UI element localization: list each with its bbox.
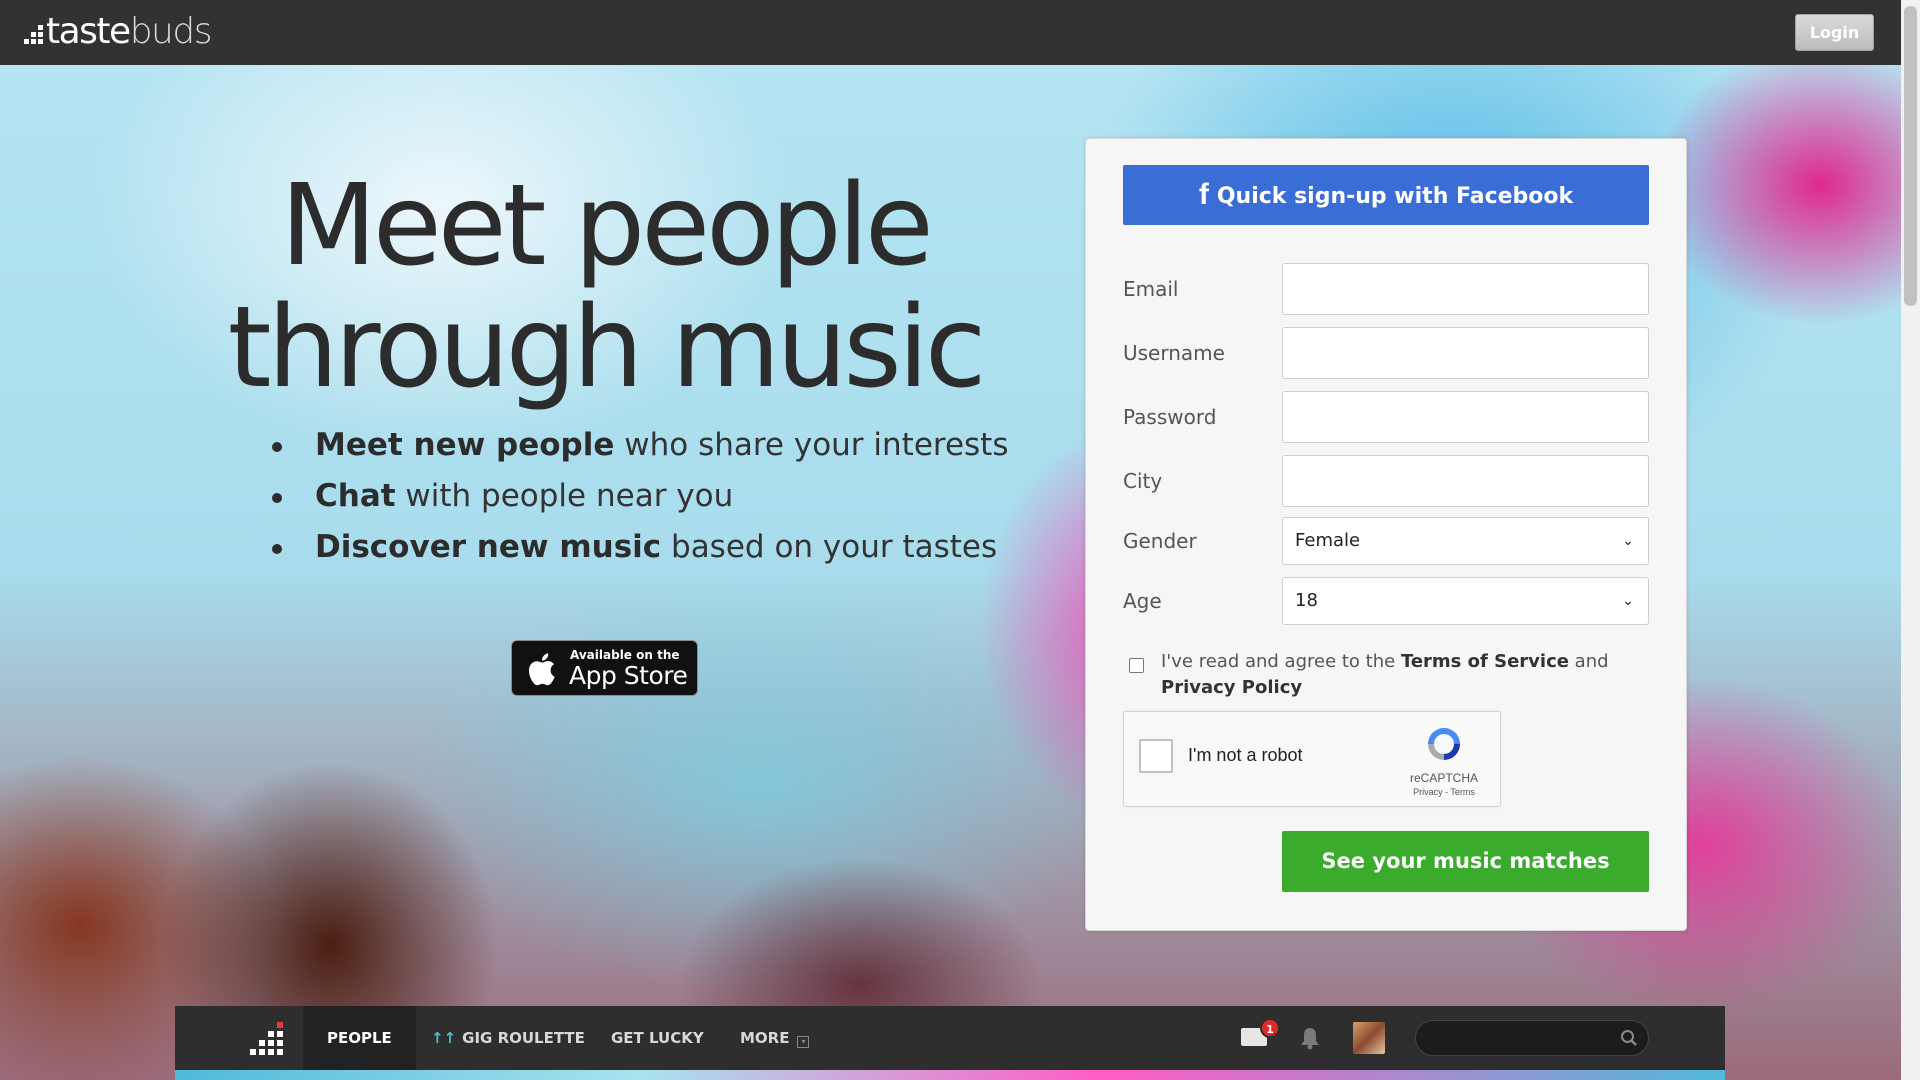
password-field[interactable] <box>1282 391 1649 443</box>
gig-roulette-icon: ↑↑ <box>431 1029 457 1047</box>
tab-more[interactable]: MORE ▾ <box>740 1006 810 1070</box>
avatar[interactable] <box>1353 1022 1385 1054</box>
feature-list: Meet new people who share your interests… <box>270 420 1009 573</box>
navbar-search-input[interactable] <box>1415 1020 1649 1056</box>
gender-label: Gender <box>1123 529 1197 553</box>
email-field[interactable] <box>1282 263 1649 315</box>
age-label: Age <box>1123 589 1162 613</box>
recaptcha-links[interactable]: Privacy - Terms <box>1404 787 1484 797</box>
chevron-down-icon: ⌄ <box>1622 593 1634 609</box>
email-row: Email <box>1123 263 1649 315</box>
username-field[interactable] <box>1282 327 1649 379</box>
terms-and: and <box>1568 651 1609 672</box>
tab-get-lucky[interactable]: GET LUCKY <box>611 1006 704 1070</box>
hero-headline: Meet people through music <box>200 165 1010 409</box>
tab-gig-roulette-label: GIG ROULETTE <box>462 1029 585 1047</box>
dropdown-icon: ▾ <box>797 1036 810 1048</box>
city-label: City <box>1123 469 1163 493</box>
recaptcha-logo-icon <box>1428 728 1460 760</box>
headline-line-1: Meet people <box>280 161 934 291</box>
tab-gig-roulette[interactable]: ↑↑ GIG ROULETTE <box>431 1006 585 1070</box>
scrollbar-thumb[interactable] <box>1904 6 1917 306</box>
top-bar: tastebuds Login <box>0 0 1901 65</box>
page-scrollbar[interactable] <box>1901 0 1920 1080</box>
apple-icon <box>528 653 555 686</box>
app-store-small-text: Available on the <box>570 648 680 662</box>
feature-item: Discover new music based on your tastes <box>270 522 1009 573</box>
privacy-policy-link[interactable]: Privacy Policy <box>1161 677 1302 698</box>
login-button[interactable]: Login <box>1795 14 1874 51</box>
feature-item: Chat with people near you <box>270 471 1009 522</box>
recaptcha-widget: I'm not a robot reCAPTCHA Privacy - Term… <box>1123 711 1501 807</box>
bell-icon[interactable] <box>1299 1026 1321 1050</box>
city-row: City <box>1123 455 1649 507</box>
email-label: Email <box>1123 277 1179 301</box>
gender-selected-value: Female <box>1295 530 1361 551</box>
password-row: Password <box>1123 391 1649 443</box>
tastebuds-logo[interactable]: tastebuds <box>24 11 212 52</box>
app-store-big-text: App Store <box>569 661 688 690</box>
signup-panel: f Quick sign-up with Facebook Email Usern… <box>1085 138 1687 931</box>
recaptcha-checkbox[interactable] <box>1139 739 1173 773</box>
terms-agreement: I've read and agree to the Terms of Serv… <box>1123 649 1649 701</box>
username-row: Username <box>1123 327 1649 379</box>
logo-dots-icon <box>24 25 43 44</box>
recaptcha-label: I'm not a robot <box>1188 745 1303 765</box>
messages-badge: 1 <box>1260 1018 1280 1038</box>
gender-select[interactable]: Female ⌄ <box>1282 517 1649 565</box>
terms-of-service-link[interactable]: Terms of Service <box>1401 651 1569 672</box>
app-preview-strip <box>175 1070 1725 1080</box>
username-label: Username <box>1123 341 1225 365</box>
age-row: Age 18 ⌄ <box>1123 577 1649 629</box>
recaptcha-brand: reCAPTCHA <box>1409 771 1478 785</box>
app-preview-navbar: PEOPLE ↑↑ GIG ROULETTE GET LUCKY MORE ▾ 1 <box>175 1006 1725 1070</box>
facebook-signup-button[interactable]: f Quick sign-up with Facebook <box>1123 165 1649 225</box>
search-icon[interactable] <box>1620 1029 1638 1047</box>
password-label: Password <box>1123 405 1217 429</box>
app-store-badge[interactable]: Available on the App Store <box>511 640 698 696</box>
gender-row: Gender Female ⌄ <box>1123 517 1649 569</box>
navbar-logo-icon[interactable] <box>250 1022 283 1055</box>
tab-more-label: MORE <box>740 1029 790 1047</box>
facebook-icon: f <box>1198 178 1209 211</box>
terms-checkbox[interactable] <box>1129 658 1144 673</box>
age-select[interactable]: 18 ⌄ <box>1282 577 1649 625</box>
see-music-matches-button[interactable]: See your music matches <box>1282 831 1649 892</box>
logo-text: tastebuds <box>46 11 212 52</box>
feature-item: Meet new people who share your interests <box>270 420 1009 471</box>
tab-people[interactable]: PEOPLE <box>303 1006 416 1070</box>
hero-section: Meet people through music Meet new peopl… <box>0 65 1901 1080</box>
headline-line-2: through music <box>227 283 987 413</box>
facebook-signup-label: Quick sign-up with Facebook <box>1216 184 1574 209</box>
city-field[interactable] <box>1282 455 1649 507</box>
terms-prefix: I've read and agree to the <box>1161 651 1401 672</box>
chevron-down-icon: ⌄ <box>1622 533 1634 549</box>
terms-text: I've read and agree to the Terms of Serv… <box>1161 649 1649 701</box>
age-selected-value: 18 <box>1295 590 1318 611</box>
